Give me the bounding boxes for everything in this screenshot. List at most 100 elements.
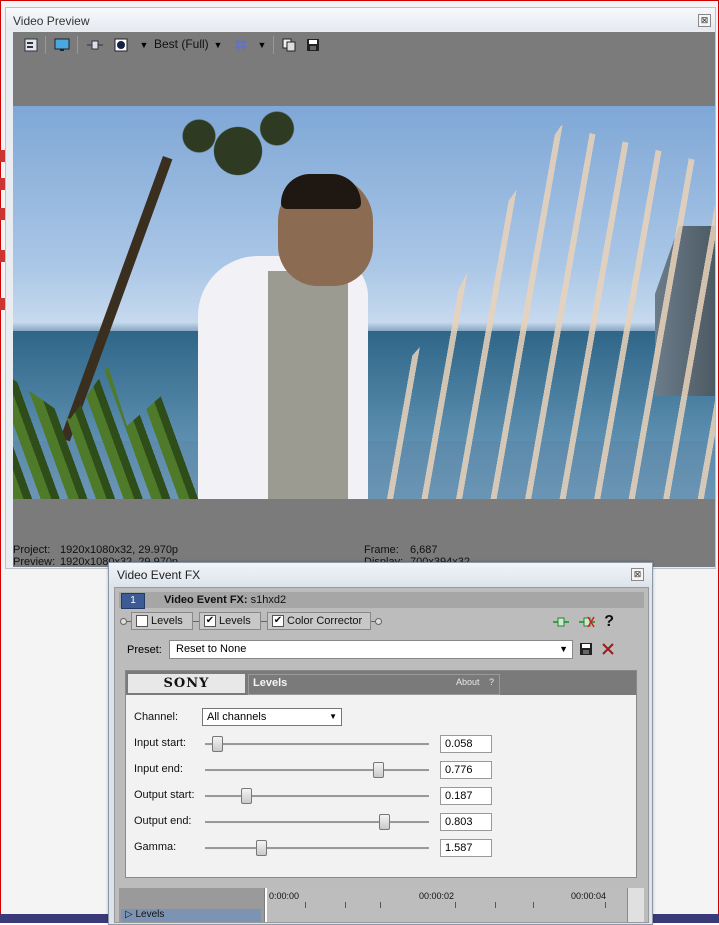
- channel-dropdown[interactable]: All channels ▼: [202, 708, 342, 726]
- preset-row: Preset: Reset to None ▼: [119, 637, 644, 663]
- value-input-end[interactable]: 0.776: [440, 761, 492, 779]
- preset-dropdown[interactable]: Reset to None ▼: [169, 640, 573, 659]
- slider-thumb-input-end[interactable]: [373, 762, 385, 778]
- frame-label: Frame:: [364, 544, 399, 556]
- preview-properties-button[interactable]: [23, 37, 39, 53]
- slider-track-input-end[interactable]: [205, 769, 429, 772]
- about-link[interactable]: About: [456, 677, 480, 687]
- video-person-vest: [268, 271, 348, 499]
- save-preset-button[interactable]: [579, 642, 593, 659]
- help-icon[interactable]: ?: [604, 613, 614, 631]
- slider-track-output-end[interactable]: [205, 821, 429, 824]
- project-label: Project:: [13, 544, 51, 556]
- timeline-ruler[interactable]: 0:00:00 00:00:02 00:00:04: [265, 888, 627, 922]
- video-fx-button[interactable]: [85, 37, 105, 53]
- value-input-start[interactable]: 0.058: [440, 735, 492, 753]
- param-label-output-start: Output start:: [134, 789, 195, 801]
- toolbar-separator: [273, 36, 274, 54]
- chain-plugin-label: Color Corrector: [287, 615, 363, 627]
- preset-label: Preset:: [127, 644, 162, 656]
- preview-quality-select[interactable]: Best (Full): [154, 37, 209, 51]
- timeline-track-levels[interactable]: ▷ Levels: [121, 909, 261, 922]
- video-preview-titlebar[interactable]: Video Preview ⊠: [6, 8, 715, 30]
- video-preview-window: Video Preview ⊠ ▼ Best (Full) ▼ ▼ Projec…: [5, 7, 716, 569]
- monitor-icon: [54, 38, 70, 51]
- chain-plugin-label: Levels: [151, 615, 183, 627]
- background-taskbar-right: [652, 914, 719, 923]
- fx-titlebar[interactable]: Video Event FX ⊠: [109, 563, 652, 585]
- timeline-tick: [533, 902, 534, 908]
- chevron-down-icon[interactable]: ▼: [257, 37, 267, 53]
- checkbox-icon[interactable]: ✔: [272, 615, 284, 627]
- timeline-tick: [605, 902, 606, 908]
- chevron-down-icon[interactable]: ▼: [139, 37, 149, 53]
- external-monitor-button[interactable]: [53, 37, 71, 53]
- value-output-start[interactable]: 0.187: [440, 787, 492, 805]
- param-label-input-start: Input start:: [134, 737, 186, 749]
- slider-track-input-start[interactable]: [205, 743, 429, 746]
- copy-icon: [282, 38, 296, 52]
- chain-plugin-color-corrector[interactable]: ✔ Color Corrector: [267, 612, 371, 630]
- chevron-down-icon[interactable]: ▼: [559, 644, 568, 654]
- timeline-tick: [305, 902, 306, 908]
- timeline-track-label: Levels: [135, 909, 165, 920]
- levels-plugin-panel: SONY Levels About ? Channel: All channel…: [125, 670, 637, 878]
- slider-track-gamma[interactable]: [205, 847, 429, 850]
- checkbox-icon[interactable]: [136, 615, 148, 627]
- timeline-cursor[interactable]: [265, 888, 267, 922]
- slider-thumb-gamma[interactable]: [255, 840, 267, 856]
- about-help-icon[interactable]: ?: [489, 677, 494, 687]
- slider-thumb-output-start[interactable]: [241, 788, 253, 804]
- slider-track-output-start[interactable]: [205, 795, 429, 798]
- toolbar-separator: [77, 36, 78, 54]
- slider-thumb-input-start[interactable]: [212, 736, 224, 752]
- slider-thumb-output-end[interactable]: [379, 814, 391, 830]
- split-screen-button[interactable]: [113, 37, 129, 53]
- fx-header-value: s1hxd2: [250, 594, 287, 606]
- chain-plugin-levels-1[interactable]: Levels: [131, 612, 193, 630]
- fx-plug-icon: [87, 40, 103, 50]
- preset-value: Reset to None: [176, 643, 247, 655]
- checkbox-icon[interactable]: ✔: [204, 615, 216, 627]
- close-icon[interactable]: ⊠: [698, 14, 711, 27]
- timeline-time-2: 00:00:04: [571, 891, 607, 901]
- background-taskbar-left: [0, 914, 110, 923]
- video-person-hair: [281, 174, 361, 209]
- chain-plugin-label: Levels: [219, 615, 251, 627]
- delete-icon: [602, 643, 614, 655]
- timeline-scrollbar[interactable]: [627, 888, 644, 922]
- frame-value: 6,687: [410, 544, 438, 556]
- expand-icon[interactable]: ▷: [125, 909, 133, 920]
- properties-icon: [24, 38, 38, 52]
- save-snapshot-button[interactable]: [305, 37, 321, 53]
- channel-label: Channel:: [134, 711, 179, 723]
- save-icon: [307, 39, 319, 51]
- value-output-end[interactable]: 0.803: [440, 813, 492, 831]
- timeline-tick: [345, 902, 346, 908]
- save-icon: [580, 643, 592, 655]
- chevron-down-icon[interactable]: ▼: [213, 37, 223, 53]
- param-label-input-end: Input end:: [134, 763, 183, 775]
- copy-snapshot-button[interactable]: [281, 37, 297, 53]
- chain-start-dot: [120, 618, 127, 625]
- fx-event-number: 1: [121, 593, 145, 609]
- close-icon[interactable]: ⊠: [631, 568, 644, 581]
- fx-keyframe-timeline: ▷ Levels 0:00:00 00:00:02 00:00:04: [119, 888, 644, 922]
- remove-plugin-icon[interactable]: [578, 615, 596, 629]
- timeline-tick: [455, 902, 456, 908]
- channel-value: All channels: [207, 711, 267, 723]
- overlays-button[interactable]: [233, 37, 249, 53]
- value-gamma[interactable]: 1.587: [440, 839, 492, 857]
- plugin-chain-icon[interactable]: [552, 615, 570, 629]
- video-preview-status: Project: 1920x1080x32, 29.970p Preview: …: [13, 499, 715, 568]
- grid-icon: [235, 39, 247, 51]
- fx-content: 1 Video Event FX: s1hxd2 Levels ✔ Levels…: [114, 587, 649, 923]
- project-value: 1920x1080x32, 29.970p: [60, 544, 179, 556]
- preview-label: Preview:: [13, 556, 56, 568]
- plugin-chain: Levels ✔ Levels ✔ Color Corrector ?: [119, 610, 644, 634]
- chevron-down-icon[interactable]: ▼: [329, 712, 337, 721]
- delete-preset-button[interactable]: [601, 642, 615, 659]
- chain-plugin-levels-2[interactable]: ✔ Levels: [199, 612, 261, 630]
- video-preview-title: Video Preview: [13, 14, 90, 28]
- timeline-time-1: 00:00:02: [419, 891, 455, 901]
